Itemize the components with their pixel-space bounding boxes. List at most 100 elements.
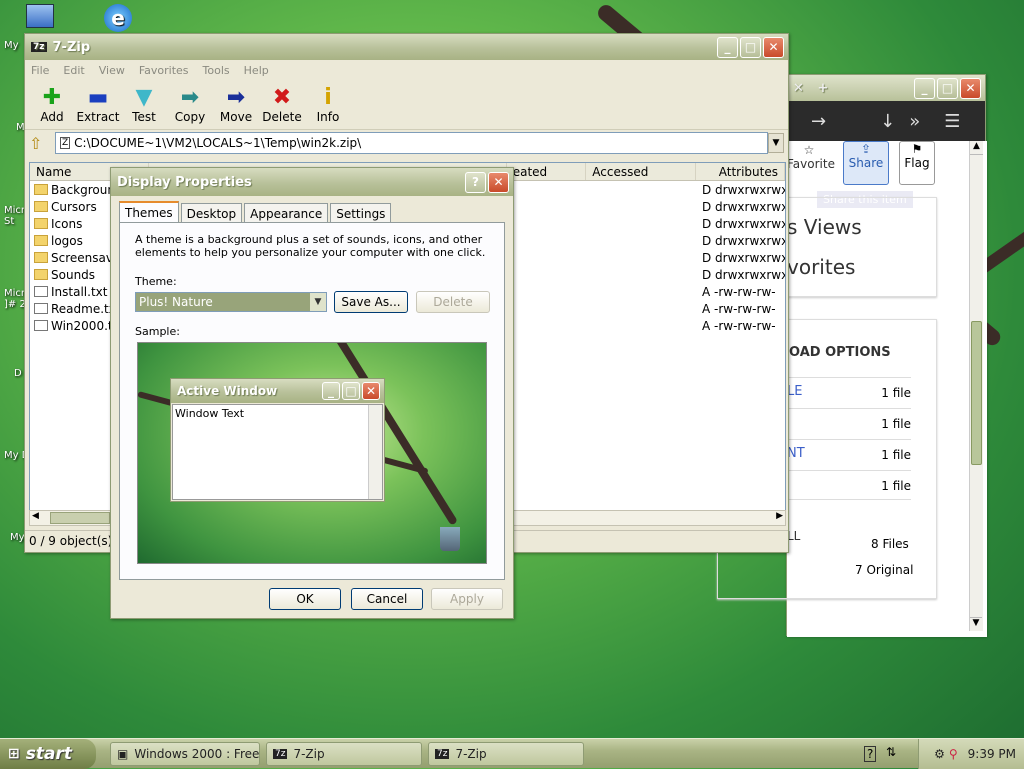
internet-explorer-icon[interactable]: e bbox=[104, 4, 132, 32]
tool-extract-button[interactable]: ▬ Extract bbox=[75, 80, 121, 129]
tool-test-button[interactable]: ▼ Test bbox=[121, 80, 167, 129]
dialog-titlebar[interactable]: Display Properties ? ✕ bbox=[111, 168, 513, 196]
menu-help[interactable]: Help bbox=[244, 64, 269, 77]
7zip-titlebar[interactable]: 7z 7-Zip _ □ ✕ bbox=[25, 34, 788, 60]
file-name: logos bbox=[51, 233, 83, 248]
flag-button[interactable]: ⚑ Flag bbox=[899, 141, 935, 185]
path-input[interactable]: Z C:\DOCUME~1\VM2\LOCALS~1\Temp\win2k.zi… bbox=[55, 132, 768, 154]
ok-button[interactable]: OK bbox=[269, 588, 341, 610]
desktop-label[interactable]: My bbox=[10, 532, 25, 543]
info-icon: i bbox=[324, 84, 332, 110]
network-tray-icon[interactable]: ⇅ bbox=[886, 745, 896, 759]
close-button[interactable]: ✕ bbox=[763, 36, 784, 58]
clock[interactable]: 9:39 PM bbox=[968, 747, 1016, 761]
column-created[interactable]: eated bbox=[507, 163, 587, 180]
help-tray-icon[interactable]: ? bbox=[864, 746, 877, 762]
desktop-label[interactable]: My bbox=[4, 40, 19, 51]
file-attributes: D drwxrwxrwx bbox=[702, 199, 786, 214]
address-bar: ⇧ Z C:\DOCUME~1\VM2\LOCALS~1\Temp\win2k.… bbox=[25, 130, 788, 156]
file-attributes: D drwxrwxrwx bbox=[702, 233, 786, 248]
scroll-thumb[interactable] bbox=[50, 512, 110, 524]
taskbar-button-7zip-2[interactable]: 7z 7-Zip bbox=[428, 742, 584, 766]
desktop-label[interactable]: D bbox=[14, 368, 22, 379]
file-name-cell: Backgroun bbox=[30, 183, 110, 197]
scroll-down-arrow[interactable]: ▼ bbox=[970, 617, 982, 631]
taskbar-button-7zip[interactable]: 7z 7-Zip bbox=[266, 742, 422, 766]
menu-favorites[interactable]: Favorites bbox=[139, 64, 189, 77]
scroll-right-arrow[interactable]: ▶ bbox=[776, 511, 783, 521]
maximize-button[interactable]: □ bbox=[740, 36, 761, 58]
file-attributes: D drwxrwxrwx bbox=[702, 250, 786, 265]
browser-window[interactable]: ✕ + _ □ ✕ → ↓ » ☰ ☆ Favorite ⇪ Share ⚑ F… bbox=[717, 74, 987, 637]
menu-view[interactable]: View bbox=[99, 64, 125, 77]
close-button[interactable]: ✕ bbox=[960, 77, 981, 99]
download-row[interactable]: LE 1 file bbox=[787, 377, 911, 407]
download-row[interactable]: 1 file bbox=[787, 470, 911, 500]
column-attributes[interactable]: Attributes bbox=[696, 163, 785, 180]
column-accessed[interactable]: Accessed bbox=[586, 163, 696, 180]
theme-sample-preview: Active Window _ □ ✕ Window Text bbox=[137, 342, 487, 564]
dialog-title: Display Properties bbox=[117, 174, 252, 190]
tool-copy-button[interactable]: ➡ Copy bbox=[167, 80, 213, 129]
menu-icon[interactable]: ☰ bbox=[944, 111, 960, 132]
forward-icon[interactable]: → bbox=[811, 111, 826, 132]
download-row-count: 1 file bbox=[881, 479, 911, 493]
theme-select[interactable]: Plus! Nature ▼ bbox=[135, 292, 327, 312]
7zip-icon: 7z bbox=[273, 749, 288, 759]
folder-icon bbox=[34, 234, 48, 246]
browser-vertical-scrollbar[interactable]: ▲ ▼ bbox=[969, 141, 983, 631]
my-computer-icon[interactable] bbox=[26, 4, 54, 28]
tool-move-button[interactable]: ➡ Move bbox=[213, 80, 259, 129]
path-text: C:\DOCUME~1\VM2\LOCALS~1\Temp\win2k.zip\ bbox=[74, 136, 362, 150]
close-button[interactable]: ✕ bbox=[488, 171, 509, 193]
tool-label: Move bbox=[219, 109, 253, 124]
tool-info-button[interactable]: i Info bbox=[305, 80, 351, 129]
search-tray-icon[interactable]: ⚲ bbox=[949, 747, 958, 761]
favorite-button[interactable]: ☆ Favorite bbox=[787, 143, 835, 181]
display-properties-dialog[interactable]: Display Properties ? ✕ Themes Desktop Ap… bbox=[110, 167, 514, 619]
tool-add-button[interactable]: ✚ Add bbox=[29, 80, 75, 129]
minimize-button[interactable]: _ bbox=[914, 77, 935, 99]
menu-edit[interactable]: Edit bbox=[63, 64, 84, 77]
minimize-button[interactable]: _ bbox=[717, 36, 738, 58]
help-button[interactable]: ? bbox=[465, 171, 486, 193]
apply-button[interactable]: Apply bbox=[431, 588, 503, 610]
download-row[interactable]: NT 1 file bbox=[787, 439, 911, 469]
scroll-up-arrow[interactable]: ▲ bbox=[970, 141, 983, 155]
system-tray: ⚙ ⚲ 9:39 PM bbox=[918, 739, 1024, 769]
sample-titlebar: Active Window _ □ ✕ bbox=[171, 379, 384, 403]
sample-window-text: Window Text bbox=[175, 407, 245, 420]
path-dropdown-button[interactable]: ▼ bbox=[768, 133, 784, 153]
security-tray-icon[interactable]: ⚙ bbox=[934, 747, 945, 761]
cancel-button[interactable]: Cancel bbox=[351, 588, 423, 610]
download-row-count: 1 file bbox=[881, 417, 911, 431]
add-icon: ✚ bbox=[42, 84, 62, 110]
download-row-label[interactable]: LE bbox=[787, 384, 802, 399]
menu-file[interactable]: File bbox=[31, 64, 49, 77]
file-name-cell: Install.txt bbox=[30, 285, 110, 299]
save-as-button[interactable]: Save As... bbox=[334, 291, 408, 313]
download-heading: OAD OPTIONS bbox=[789, 345, 891, 360]
scroll-left-arrow[interactable]: ◀ bbox=[32, 511, 39, 521]
views-text: s Views bbox=[787, 215, 862, 239]
share-button[interactable]: ⇪ Share bbox=[843, 141, 889, 185]
maximize-button[interactable]: □ bbox=[937, 77, 958, 99]
up-folder-icon[interactable]: ⇧ bbox=[29, 134, 55, 153]
menu-tools[interactable]: Tools bbox=[203, 64, 230, 77]
download-all-label[interactable]: LL bbox=[787, 529, 800, 543]
start-button[interactable]: ⊞ start bbox=[0, 739, 96, 769]
delete-button[interactable]: Delete bbox=[416, 291, 490, 313]
file-attributes: D drwxrwxrwx bbox=[702, 182, 786, 197]
download-row-label[interactable]: NT bbox=[787, 446, 805, 461]
tool-delete-button[interactable]: ✖ Delete bbox=[259, 80, 305, 129]
scroll-thumb[interactable] bbox=[971, 321, 982, 465]
download-icon[interactable]: ↓ bbox=[880, 111, 895, 132]
overflow-icon[interactable]: » bbox=[909, 111, 920, 132]
taskbar-button-browser[interactable]: ▣ Windows 2000 : Free... bbox=[110, 742, 260, 766]
7zip-title: 7-Zip bbox=[52, 39, 91, 55]
download-row[interactable]: 1 file bbox=[787, 408, 911, 438]
sample-minimize-icon: _ bbox=[322, 382, 340, 400]
chevron-down-icon[interactable]: ▼ bbox=[310, 293, 326, 311]
browser-titlebar[interactable]: ✕ + _ □ ✕ bbox=[787, 75, 985, 101]
favorite-label: Favorite bbox=[787, 157, 835, 171]
